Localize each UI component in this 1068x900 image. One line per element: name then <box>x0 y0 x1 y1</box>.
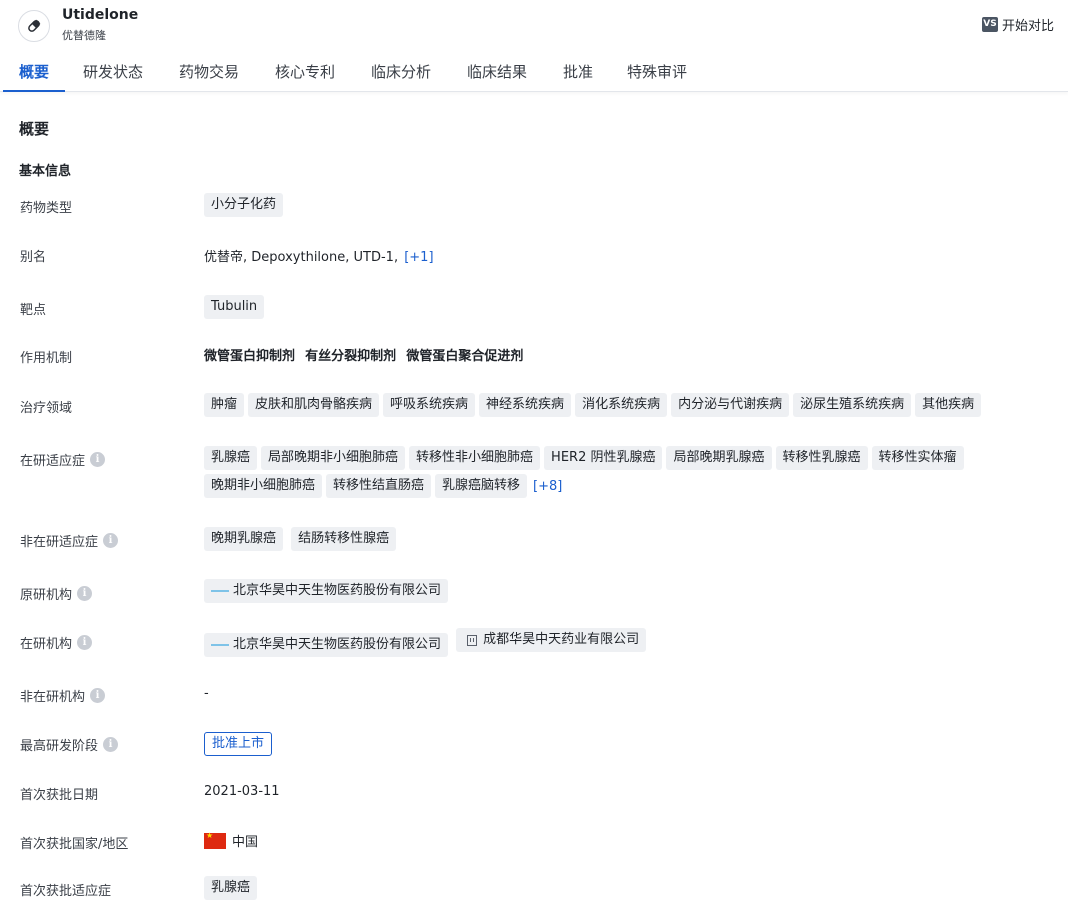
org-name: 成都华昊中天药业有限公司 <box>483 632 640 647</box>
mechanism-label: 作用机制 <box>20 351 73 366</box>
target-tag[interactable]: Tubulin <box>204 295 265 319</box>
indication-tag[interactable]: 转移性非小细胞肺癌 <box>409 446 541 470</box>
therapeutic-area-value: 肿瘤 皮肤和肌肉骨骼疾病 呼吸系统疾病 神经系统疾病 消化系统疾病 内分泌与代谢… <box>204 393 985 417</box>
tab-clinical-analysis[interactable]: 临床分析 <box>355 52 447 91</box>
building-icon <box>467 634 478 646</box>
inactive-indications-value: 晚期乳腺癌 结肠转移性腺癌 <box>204 527 400 551</box>
alias-label: 别名 <box>20 250 47 265</box>
org-tag[interactable]: 北京华昊中天生物医药股份有限公司 <box>204 579 449 603</box>
inactive-orgs-label: 非在研机构 i <box>20 686 106 705</box>
org-name: 北京华昊中天生物医药股份有限公司 <box>233 583 442 598</box>
therapeutic-area-tag: 其他疾病 <box>915 393 982 417</box>
info-icon[interactable]: i <box>90 688 106 703</box>
country-name: 中国 <box>232 835 259 850</box>
active-orgs-label: 在研机构 i <box>20 633 93 652</box>
inactive-orgs-value: - <box>204 686 209 701</box>
org-tag[interactable]: 北京华昊中天生物医药股份有限公司 <box>204 632 449 657</box>
org-logo-icon <box>211 643 229 646</box>
pill-icon <box>18 10 50 42</box>
therapeutic-area-tag: 消化系统疾病 <box>575 393 668 417</box>
tab-deals[interactable]: 药物交易 <box>163 52 255 91</box>
therapeutic-area-tag: 肿瘤 <box>204 393 245 417</box>
mechanism-item: 微管蛋白抑制剂 <box>204 349 296 364</box>
tab-clinical-results[interactable]: 临床结果 <box>451 52 543 91</box>
indication-tag[interactable]: 转移性乳腺癌 <box>775 446 868 470</box>
active-indications-label: 在研适应症 i <box>20 450 106 469</box>
indication-tag[interactable]: 结肠转移性腺癌 <box>291 527 397 551</box>
therapeutic-area-tag: 神经系统疾病 <box>479 393 572 417</box>
phase-badge: 批准上市 <box>204 732 273 756</box>
info-icon[interactable]: i <box>103 533 119 548</box>
alias-value: 优替帝, Depoxythilone, UTD-1, [+1] <box>204 246 434 265</box>
org-logo-icon <box>211 590 229 592</box>
org-tag[interactable]: 成都华昊中天药业有限公司 <box>456 628 647 652</box>
tab-overview[interactable]: 概要 <box>3 52 66 92</box>
start-compare-button[interactable]: VS 开始对比 <box>981 15 1054 34</box>
indication-tag[interactable]: HER2 阴性乳腺癌 <box>544 446 663 470</box>
china-flag-icon <box>204 831 226 849</box>
first-approval-indication-label: 首次获批适应症 <box>20 884 112 899</box>
alias-item: UTD-1, <box>353 250 399 265</box>
inactive-indications-label: 非在研适应症 i <box>20 531 119 550</box>
indication-tag[interactable]: 局部晚期乳腺癌 <box>666 446 772 470</box>
mechanism-item: 微管蛋白聚合促进剂 <box>406 349 524 364</box>
first-approval-country-label: 首次获批国家/地区 <box>20 837 129 852</box>
drug-type-label: 药物类型 <box>20 201 73 216</box>
info-icon[interactable]: i <box>90 452 106 467</box>
drug-name-cn: 优替德隆 <box>62 29 106 42</box>
drug-type-tag: 小分子化药 <box>204 193 284 217</box>
alias-item: 优替帝, <box>204 250 248 265</box>
originator-value: 北京华昊中天生物医药股份有限公司 <box>204 579 452 603</box>
drug-header: Utidelone 优替德隆 VS 开始对比 <box>0 0 1068 52</box>
indication-tag[interactable]: 乳腺癌 <box>204 446 258 470</box>
info-icon[interactable]: i <box>77 635 93 650</box>
therapeutic-area-tag: 内分泌与代谢疾病 <box>671 393 790 417</box>
compare-label: 开始对比 <box>1001 19 1054 34</box>
org-name: 北京华昊中天生物医药股份有限公司 <box>233 636 442 652</box>
therapeutic-area-tag: 呼吸系统疾病 <box>383 393 476 417</box>
active-indications-value: 乳腺癌 局部晚期非小细胞肺癌 转移性非小细胞肺癌 HER2 阴性乳腺癌 局部晚期… <box>204 446 968 498</box>
tab-bar: 概要 研发状态 药物交易 核心专利 临床分析 临床结果 批准 特殊审评 <box>0 52 1068 92</box>
indication-tag[interactable]: 晚期非小细胞肺癌 <box>204 474 323 498</box>
therapeutic-area-tag: 泌尿生殖系统疾病 <box>793 393 912 417</box>
indications-more-link[interactable]: [+8] <box>533 479 562 494</box>
indication-tag[interactable]: 局部晚期非小细胞肺癌 <box>261 446 406 470</box>
drug-type-value: 小分子化药 <box>204 193 287 217</box>
tab-core-patents[interactable]: 核心专利 <box>259 52 351 91</box>
mechanism-item: 有丝分裂抑制剂 <box>305 349 397 364</box>
indication-tag[interactable]: 转移性结直肠癌 <box>326 474 432 498</box>
tab-approval[interactable]: 批准 <box>547 52 609 91</box>
therapeutic-area-tag: 皮肤和肌肉骨骼疾病 <box>248 393 380 417</box>
highest-phase-value: 批准上市 <box>204 732 273 756</box>
target-label: 靶点 <box>20 303 47 318</box>
indication-tag[interactable]: 乳腺癌脑转移 <box>435 474 528 498</box>
target-value: Tubulin <box>204 295 268 319</box>
alias-more-link[interactable]: [+1] <box>404 250 433 265</box>
info-icon[interactable]: i <box>103 737 119 752</box>
info-icon[interactable]: i <box>77 586 93 601</box>
indication-tag[interactable]: 乳腺癌 <box>204 876 258 900</box>
basic-info-title: 基本信息 <box>19 164 72 179</box>
first-approval-indication-value: 乳腺癌 <box>204 876 261 900</box>
section-title: 概要 <box>19 120 50 138</box>
first-approval-country-value: 中国 <box>204 831 258 850</box>
therapeutic-area-label: 治疗领域 <box>20 401 73 416</box>
originator-label: 原研机构 i <box>20 584 93 603</box>
vs-icon: VS <box>981 17 998 32</box>
first-approval-date-value: 2021-03-11 <box>204 784 280 799</box>
drug-name: Utidelone <box>62 7 139 23</box>
tab-special-review[interactable]: 特殊审评 <box>611 52 703 91</box>
alias-item: Depoxythilone, <box>251 250 350 265</box>
indication-tag[interactable]: 晚期乳腺癌 <box>204 527 284 551</box>
tab-rd-status[interactable]: 研发状态 <box>67 52 159 91</box>
highest-phase-label: 最高研发阶段 i <box>20 735 119 754</box>
active-orgs-value: 北京华昊中天生物医药股份有限公司 成都华昊中天药业有限公司 <box>204 628 650 657</box>
indication-tag[interactable]: 转移性实体瘤 <box>871 446 964 470</box>
first-approval-date-label: 首次获批日期 <box>20 788 99 803</box>
mechanism-value: 微管蛋白抑制剂 有丝分裂抑制剂 微管蛋白聚合促进剂 <box>204 345 529 364</box>
